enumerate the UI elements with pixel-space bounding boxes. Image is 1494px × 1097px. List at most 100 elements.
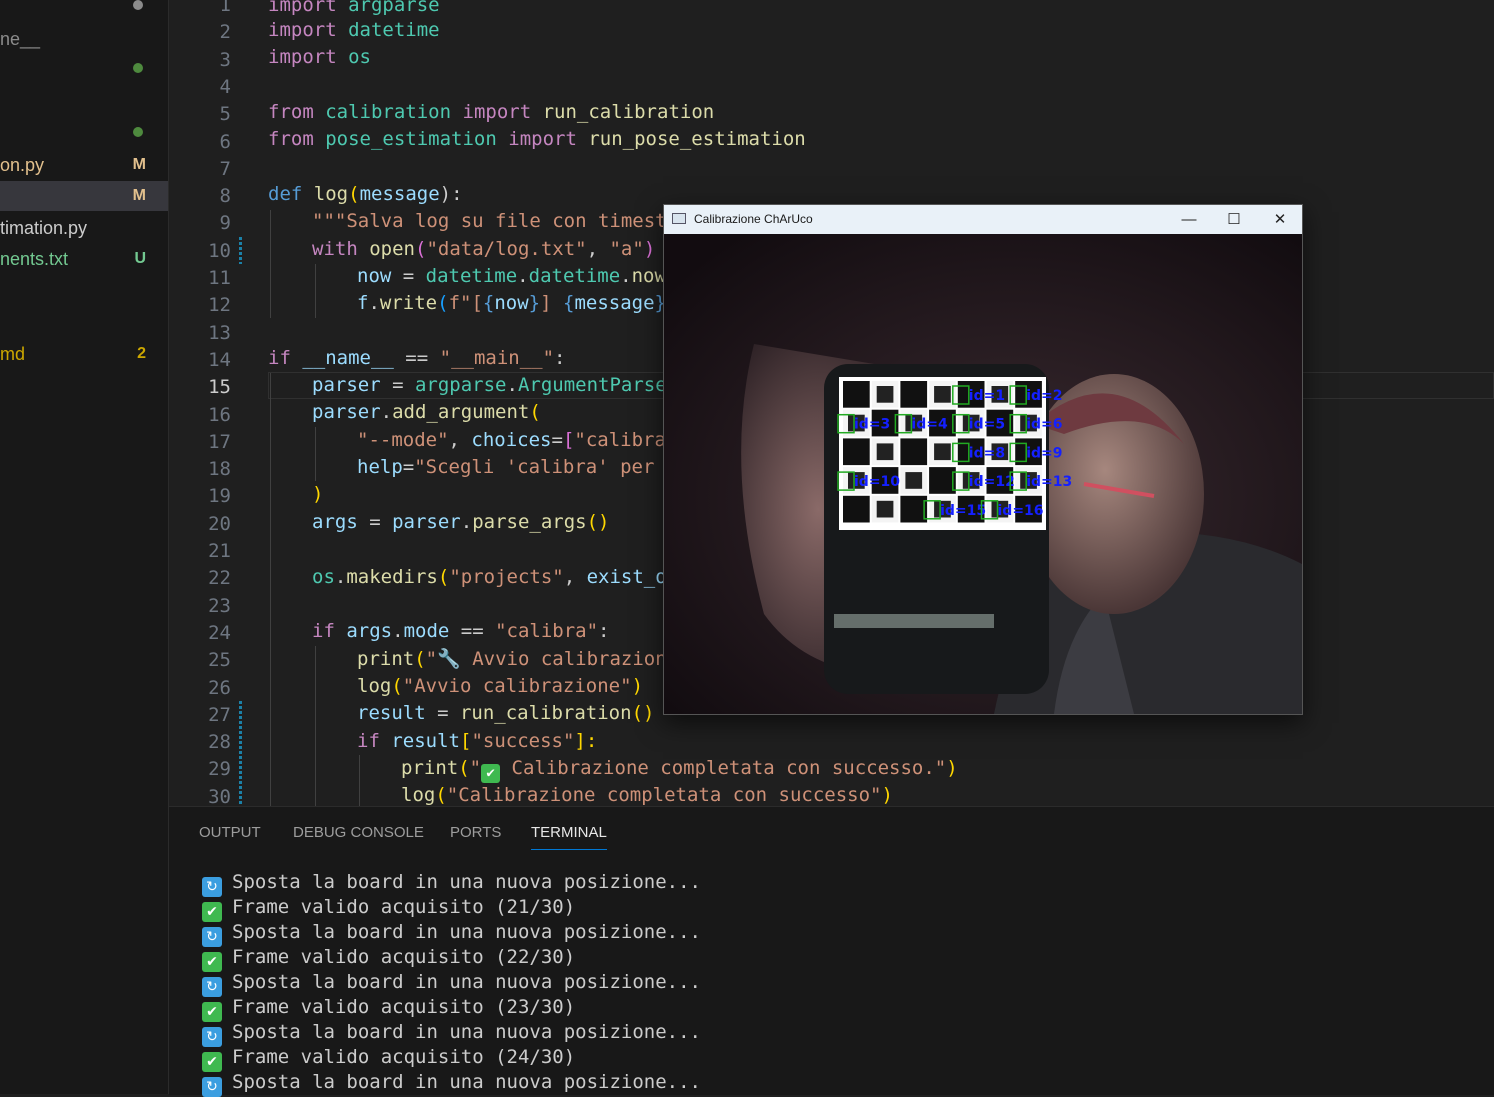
line-number: 30 [208,785,231,806]
code-line-27: result = run_calibration() [357,702,655,724]
marker-id-label: id=4 [911,417,948,433]
line-number: 16 [208,403,231,426]
line-number: 5 [219,103,231,126]
cycle-icon: ↻ [202,1027,222,1047]
terminal-line: ✔ Frame valido acquisito (22/30) [202,945,576,972]
code-line-30: log("Calibrazione completata con success… [401,784,893,806]
code-line-28: if result["success"]: [357,730,598,752]
camera-feed: id=1 id=2 id=3 id=4 id=5 id=6 id=8 id=9 id=10 id=… [664,234,1302,714]
git-status-badge: 2 [137,345,146,362]
code-line-18: help="Scegli 'calibra' per c [357,456,678,478]
marker-id-label: id=16 [998,503,1044,519]
line-number: 23 [208,594,231,617]
marker-id-label: id=10 [854,474,900,490]
board-square [900,438,928,466]
explorer-file-item[interactable]: M [0,181,168,211]
marker-id-label: id=13 [1026,474,1072,490]
line-number: 1 [219,0,231,16]
line-number: 15 [208,376,231,399]
code-line-20: args = parser.parse_args() [312,511,610,533]
terminal-line: ↻ Sposta la board in una nuova posizione.… [202,1070,701,1097]
explorer-file-item[interactable]: nents.txt U [0,244,168,274]
board-square [900,495,928,523]
tab-terminal[interactable]: TERMINAL [531,821,607,850]
code-line-12: f.write(f"[{now}] {message}\ [357,292,677,314]
line-number: 21 [208,540,231,562]
window-title: Calibrazione ChArUco [694,212,813,226]
window-titlebar[interactable]: Calibrazione ChArUco — ☐ ✕ [664,205,1302,234]
line-number: 3 [219,48,231,71]
charuco-cells [843,381,1042,523]
marker-id-label: id=1 [969,388,1005,404]
git-status-dot-icon [133,0,143,10]
minimize-button[interactable]: — [1166,205,1212,234]
explorer-sidebar: ne__ on.py M Mtimation.py nents.txt U md 2 [0,0,169,1094]
file-name: on.py [0,155,45,175]
line-number: 19 [208,485,231,508]
terminal-line-text: Sposta la board in una nuova posizione..… [232,971,701,993]
terminal-line: ↻ Sposta la board in una nuova posizione.… [202,870,701,897]
line-number: 13 [208,321,231,344]
bottom-panel: OUTPUT DEBUG CONSOLE PORTS TERMINAL ↻ Spo… [169,806,1494,1097]
code-line-11: now = datetime.datetime.now( [357,265,677,287]
board-square [929,467,956,494]
code-line-5: from calibration import run_calibration [268,101,715,123]
line-number: 11 [208,267,231,289]
code-line-6: from pose_estimation import run_pose_est… [268,128,806,150]
tab-ports[interactable]: PORTS [450,821,501,849]
tab-debug-console[interactable]: DEBUG CONSOLE [293,821,424,849]
code-line-26: log("Avvio calibrazione") [357,675,644,697]
file-name: nents.txt [0,249,69,269]
marker-id-label: id=12 [969,474,1015,490]
explorer-file-item[interactable]: timation.py [0,213,168,243]
code-line-14: if __name__ == "__main__": [268,347,566,369]
explorer-file-item[interactable] [0,0,168,20]
code-line-17: "--mode", choices=["calibra" [357,429,678,451]
explorer-file-item[interactable] [0,53,168,83]
calibration-window[interactable]: Calibrazione ChArUco — ☐ ✕ id=1 id=2 id=… [663,204,1303,715]
board-square [843,495,870,523]
indent-guide [315,427,316,481]
code-line-15: parser = argparse.ArgumentParser [312,374,679,396]
terminal-line: ↻ Sposta la board in una nuova posizione.… [202,920,701,947]
marker-id-label: id=3 [854,417,890,433]
check-icon: ✔ [202,1052,222,1072]
line-number: 27 [208,703,231,726]
check-icon: ✔ [202,952,222,972]
file-name: md [0,344,26,364]
code-line-22: os.makedirs("projects", exist_ok [312,566,679,588]
git-status-dot-icon [133,127,143,137]
terminal-line: ✔ Frame valido acquisito (23/30) [202,995,575,1022]
check-icon: ✔ [202,902,222,922]
line-number: 24 [208,621,231,644]
maximize-button[interactable]: ☐ [1211,205,1257,234]
explorer-file-item[interactable] [0,117,168,147]
marker-id-label: id=5 [969,417,1005,433]
check-emoji-icon: ✔ [481,764,501,783]
indent-guide [270,210,271,318]
cycle-icon: ↻ [202,1077,222,1097]
terminal-line: ↻ Sposta la board in una nuova posizione.… [202,1020,701,1047]
line-number: 6 [219,130,231,153]
marker-id-label: id=6 [1026,417,1062,433]
code-line-9: """Salva log su file con timesta [312,210,679,232]
marker-id-label: id=8 [969,445,1005,461]
tab-output[interactable]: OUTPUT [199,821,261,849]
explorer-file-item[interactable]: md 2 [0,339,168,369]
cycle-icon: ↻ [202,927,222,947]
terminal-line: ✔ Frame valido acquisito (24/30) [202,1045,576,1072]
code-line-25: print("🔧 Avvio calibrazion [357,648,667,670]
terminal-line-text: Frame valido acquisito (21/30) [232,896,576,918]
modified-line-marker [239,701,242,806]
line-number: 28 [208,731,231,754]
close-button[interactable]: ✕ [1257,205,1302,234]
code-line-3: import os [268,46,371,68]
line-number: 8 [219,185,231,208]
terminal-line-text: Frame valido acquisito (24/30) [232,1046,576,1068]
terminal-line-text: Sposta la board in una nuova posizione..… [232,1021,701,1043]
aruco-marker [876,386,894,403]
git-status-dot-icon [133,63,143,73]
terminal-line-text: Frame valido acquisito (22/30) [232,946,576,968]
explorer-file-item[interactable]: on.py M [0,150,168,180]
explorer-file-item[interactable]: ne__ [0,24,168,54]
